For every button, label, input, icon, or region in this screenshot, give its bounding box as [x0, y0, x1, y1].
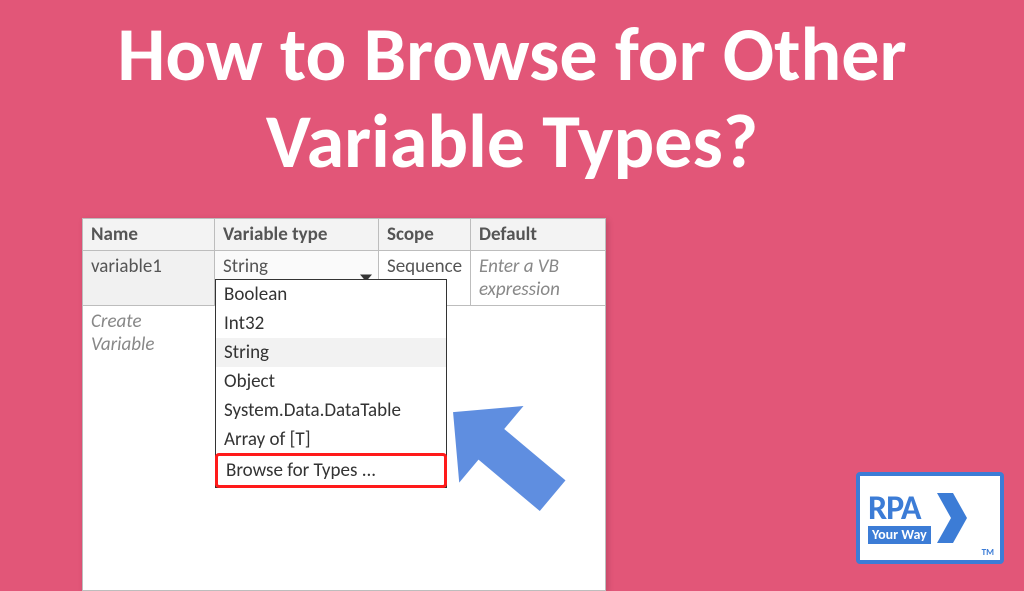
dropdown-item-boolean[interactable]: Boolean — [216, 280, 446, 309]
header-scope: Scope — [379, 219, 471, 250]
dropdown-item-array[interactable]: Array of [T] — [216, 425, 446, 454]
pointer-arrow-icon — [422, 390, 622, 550]
page-title: How to Browse for Other Variable Types? — [0, 0, 1024, 187]
trademark: TM — [982, 547, 994, 558]
table-header: Name Variable type Scope Default — [83, 219, 605, 251]
cell-name[interactable]: variable1 — [83, 251, 215, 306]
dropdown-item-object[interactable]: Object — [216, 367, 446, 396]
cell-default[interactable]: Enter a VB expression — [471, 251, 605, 306]
dropdown-item-datatable[interactable]: System.Data.DataTable — [216, 396, 446, 425]
selected-type: String — [223, 255, 268, 278]
dropdown-item-browse[interactable]: Browse for Types ... — [215, 453, 447, 488]
dropdown-item-int32[interactable]: Int32 — [216, 309, 446, 338]
header-type: Variable type — [215, 219, 379, 250]
header-default: Default — [471, 219, 605, 250]
header-name: Name — [83, 219, 215, 250]
rpa-logo: RPA Your Way TM — [856, 472, 1004, 564]
chevron-right-icon — [935, 491, 969, 545]
logo-line2: Your Way — [868, 526, 931, 544]
logo-line1: RPA — [868, 492, 931, 526]
create-variable-label: Create Variable — [83, 306, 215, 360]
type-dropdown-list: Boolean Int32 String Object System.Data.… — [215, 279, 447, 488]
dropdown-item-string[interactable]: String — [216, 338, 446, 367]
